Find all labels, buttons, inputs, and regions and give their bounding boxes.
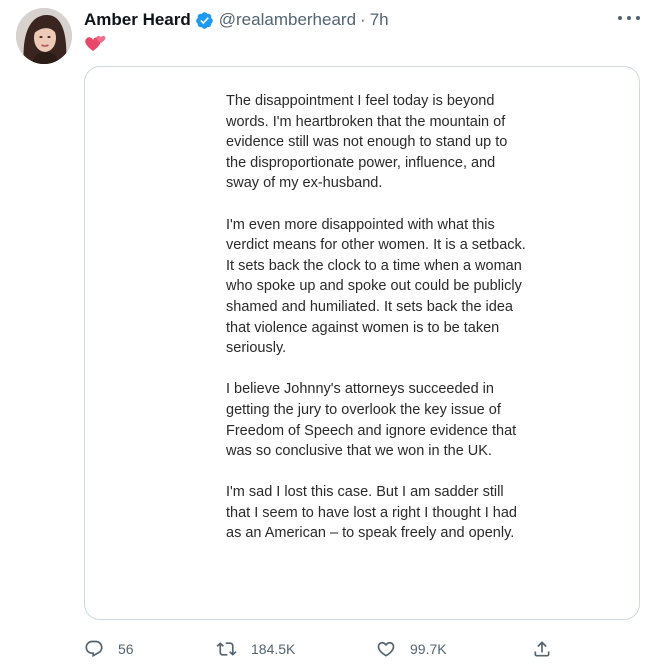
share-button[interactable] [532, 634, 552, 664]
tweet: Amber Heard @realamberheard · 7h The dis… [0, 0, 660, 672]
timestamp[interactable]: 7h [370, 10, 389, 30]
retweet-button[interactable]: 184.5K [216, 634, 295, 664]
retweet-count: 184.5K [251, 641, 296, 657]
reply-icon [85, 640, 103, 658]
avatar-image [16, 8, 72, 64]
statement-paragraph: I'm sad I lost this case. But I am sadde… [226, 484, 517, 542]
display-name[interactable]: Amber Heard [84, 10, 191, 30]
like-count: 99.7K [410, 641, 447, 657]
reply-count: 56 [118, 641, 134, 657]
statement-paragraph: I believe Johnny's attorneys succeeded i… [226, 381, 517, 460]
tweet-text [84, 32, 108, 54]
statement-paragraph: I'm even more disappointed with what thi… [226, 216, 526, 357]
reply-button[interactable]: 56 [84, 634, 134, 664]
like-button[interactable]: 99.7K [376, 634, 447, 664]
tweet-header: Amber Heard @realamberheard · 7h [84, 8, 640, 32]
more-icon[interactable] [618, 8, 640, 28]
share-icon [534, 641, 550, 657]
statement-text: The disappointment I feel today is beyon… [226, 91, 526, 565]
verified-badge-icon [195, 11, 214, 30]
retweet-icon [216, 642, 237, 656]
heart-icon [377, 641, 395, 657]
statement-image[interactable]: The disappointment I feel today is beyon… [84, 66, 640, 620]
separator-dot: · [360, 10, 366, 29]
handle[interactable]: @realamberheard [219, 10, 356, 30]
two-hearts-icon [85, 35, 106, 51]
statement-paragraph: The disappointment I feel today is beyon… [226, 93, 508, 192]
avatar[interactable] [16, 8, 72, 64]
action-bar: 56 184.5K 99.7K [84, 634, 564, 664]
